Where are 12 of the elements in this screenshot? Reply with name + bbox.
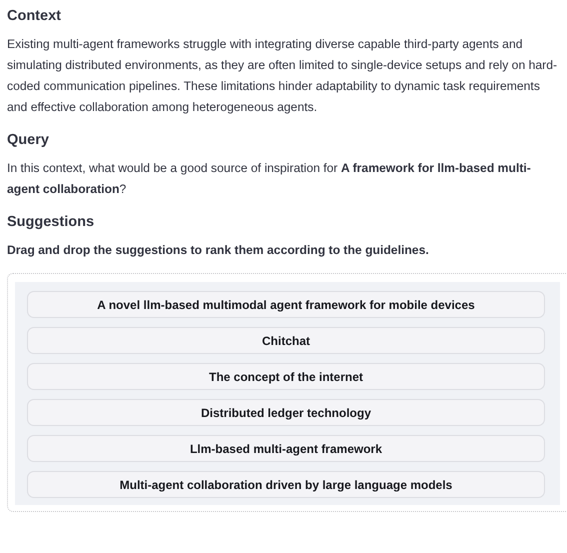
suggestion-item[interactable]: Llm-based multi-agent framework	[27, 435, 545, 462]
suggestion-item[interactable]: The concept of the internet	[27, 363, 545, 390]
suggestion-item[interactable]: Multi-agent collaboration driven by large language models	[27, 471, 545, 498]
suggestion-item[interactable]: Chitchat	[27, 327, 545, 354]
section-heading: Query	[7, 132, 50, 148]
section-heading: Context	[7, 8, 62, 24]
paragraph: Existing multi-agent frameworks struggle with integrating diverse capable third-party agents and simulating distributed environments, as they are often limited to single-device setups and rely on hard-coded communication pipelines. These limitations hinder adaptability to dynamic task requirements and effective collaboration among heterogeneous agents.	[7, 36, 558, 116]
instruction-text: Drag and drop the suggestions to rank them according to the guidelines.	[7, 242, 430, 259]
suggestion-item[interactable]: Distributed ledger technology	[27, 399, 545, 426]
suggestion-item[interactable]: A novel llm-based multimodal agent framework for mobile devices	[27, 291, 545, 318]
paragraph: In this context, what would be a good source of inspiration for A framework for llm-based multi-agent collaboration?	[7, 160, 532, 198]
section-heading: Suggestions	[7, 214, 96, 230]
